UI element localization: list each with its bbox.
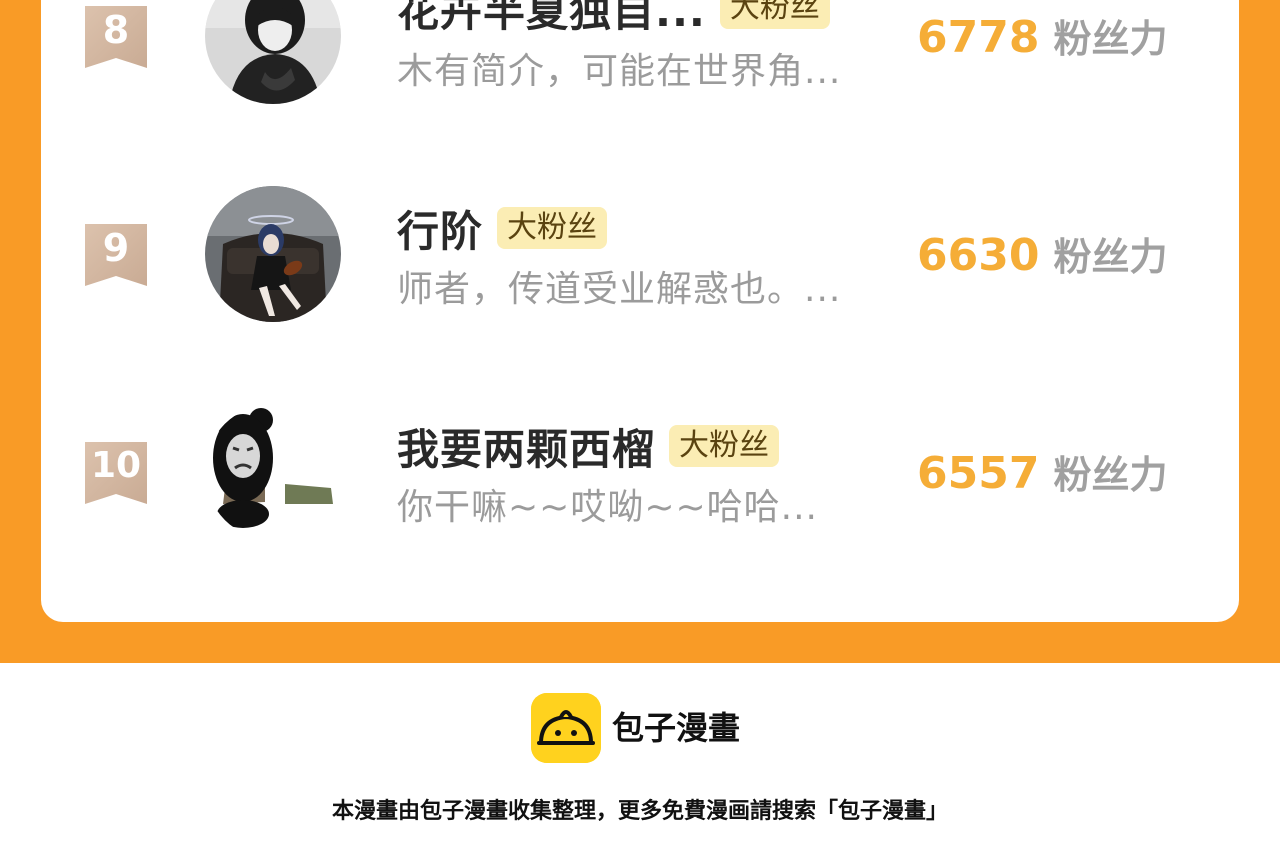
fan-power-score: 6557 粉丝力 xyxy=(917,444,1167,499)
user-bio: 你干嘛~~哎呦~~哈哈... xyxy=(397,487,818,528)
score-value: 6557 xyxy=(917,448,1040,499)
rank-number: 8 xyxy=(102,8,130,52)
score-unit: 粉丝力 xyxy=(1053,17,1168,61)
ranking-row[interactable]: 8 花卉半夏独自... 大粉丝 木有简介，可能在世界角... 6778 粉丝力 xyxy=(0,0,1280,120)
fan-power-score: 6630 粉丝力 xyxy=(917,226,1167,281)
username[interactable]: 花卉半夏独自... xyxy=(397,0,706,39)
user-bio: 木有简介，可能在世界角... xyxy=(397,51,842,92)
fan-power-score: 6778 粉丝力 xyxy=(917,8,1167,63)
baozi-logo-icon[interactable] xyxy=(531,693,601,763)
fan-level-badge: 大粉丝 xyxy=(669,425,780,467)
footer-notice: 本漫畫由包子漫畫收集整理，更多免費漫画請搜索「包子漫畫」 xyxy=(331,799,948,824)
rank-ribbon-icon: 8 xyxy=(85,6,147,68)
score-value: 6630 xyxy=(917,230,1040,281)
ranking-row[interactable]: 10 我要两颗西榴 大粉丝 你干嘛~~哎呦~~哈哈... 6557 粉丝力 xyxy=(0,404,1280,554)
ranking-row[interactable]: 9 行阶 大粉丝 师者，传道受业解惑也。... 6630 粉丝力 xyxy=(0,186,1280,336)
avatar[interactable] xyxy=(205,186,341,322)
avatar[interactable] xyxy=(205,404,341,540)
rank-ribbon-icon: 9 xyxy=(85,224,147,286)
rank-number: 9 xyxy=(102,226,130,270)
fan-level-badge: 大粉丝 xyxy=(497,207,608,249)
user-bio: 师者，传道受业解惑也。... xyxy=(397,269,842,310)
score-unit: 粉丝力 xyxy=(1053,235,1168,279)
username[interactable]: 我要两颗西榴 xyxy=(397,416,655,477)
rank-ribbon-icon: 10 xyxy=(85,442,147,504)
username[interactable]: 行阶 xyxy=(397,198,483,259)
rank-number: 10 xyxy=(90,445,142,486)
fan-level-badge: 大粉丝 xyxy=(719,0,830,29)
avatar[interactable] xyxy=(205,0,341,104)
score-unit: 粉丝力 xyxy=(1053,453,1168,497)
score-value: 6778 xyxy=(917,12,1040,63)
brand-name: 包子漫畫 xyxy=(612,709,741,747)
